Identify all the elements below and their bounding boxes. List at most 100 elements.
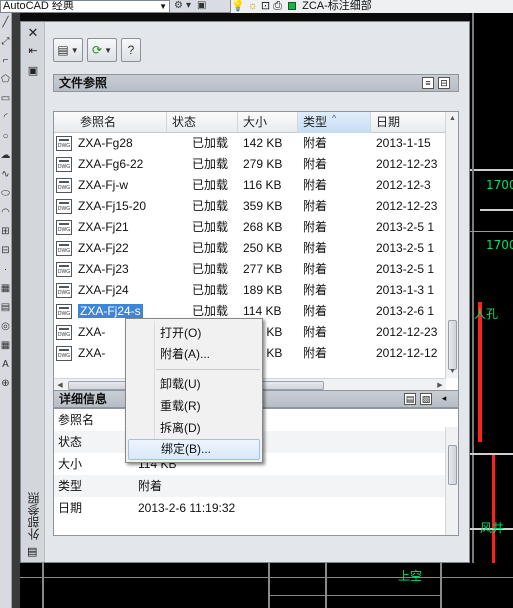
details-view-icon[interactable]: ▤	[404, 393, 416, 405]
cell-type: 附着	[303, 325, 328, 339]
circle-icon[interactable]: ○	[0, 127, 11, 146]
table-row[interactable]: ZXA-Fg6-22 已加载 279 KB 附着 2012-12-23	[54, 154, 446, 175]
column-header-size[interactable]: 大小	[238, 112, 298, 133]
cell-type: 附着	[303, 157, 328, 171]
menu-item-detach[interactable]: 拆离(D)	[128, 418, 260, 439]
table-row[interactable]: ZXA-Fj24 已加载 189 KB 附着 2013-1-3 1	[54, 280, 446, 301]
scroll-up-icon[interactable]: ▲	[446, 112, 458, 125]
multiline-text-icon[interactable]: A	[0, 355, 11, 374]
table-row[interactable]: ZXA-Fj22 已加载 250 KB 附着 2013-2-5 1	[54, 238, 446, 259]
construction-line-icon[interactable]: ⤢	[0, 32, 11, 51]
scroll-down-icon[interactable]: ▼	[446, 365, 458, 378]
dwg-file-icon	[56, 136, 72, 151]
table-row[interactable]: ZXA-Fg28 已加载 142 KB 附着 2013-1-15	[54, 133, 446, 154]
dwg-file-icon	[56, 178, 72, 193]
table-row[interactable]: ZXA-Fj-w 已加载 116 KB 附着 2012-12-3	[54, 175, 446, 196]
help-icon: ?	[127, 43, 135, 57]
line-tool-icon[interactable]: ╱	[0, 13, 11, 32]
properties-icon[interactable]: ▣	[26, 64, 40, 78]
cell-status: 已加载	[192, 136, 229, 150]
column-header-date[interactable]: 日期	[371, 112, 446, 133]
cell-date: 2012-12-3	[376, 178, 431, 192]
menu-item-unload[interactable]: 卸载(U)	[128, 374, 260, 395]
menu-item-reload[interactable]: 重载(R)	[128, 396, 260, 417]
cell-date: 2013-1-15	[376, 136, 431, 150]
table-row[interactable]: ZXA-Fj23 已加载 277 KB 附着 2013-2-5 1	[54, 259, 446, 280]
dwg-file-icon	[56, 346, 72, 361]
dimension-text: 1700	[486, 178, 513, 192]
cell-name: ZXA-Fg28	[78, 136, 133, 150]
scroll-thumb[interactable]	[448, 320, 457, 370]
cell-type: 附着	[303, 199, 328, 213]
collapse-icon[interactable]: ◂	[438, 393, 450, 405]
help-button[interactable]: ?	[121, 38, 141, 62]
cell-date: 2012-12-23	[376, 157, 438, 171]
gear-icon[interactable]: ⚙	[174, 0, 183, 12]
layer-control[interactable]: 💡 ☼ ⊡ ⎙ ZCA-标注细部	[230, 0, 513, 13]
cell-status: 已加载	[192, 220, 229, 234]
menu-item-attach[interactable]: 附着(A)...	[128, 344, 260, 365]
table-row[interactable]: ZXA-Fj21 已加载 268 KB 附着 2013-2-5 1	[54, 217, 446, 238]
scroll-thumb[interactable]	[448, 445, 457, 485]
palette-title: 外部参照	[27, 492, 41, 540]
detail-key: 参照名	[58, 413, 95, 427]
dwg-file-icon	[56, 220, 72, 235]
chevron-down-icon: ▼	[159, 2, 167, 11]
list-view-icon[interactable]: ≡	[422, 77, 434, 89]
gradient-icon[interactable]: ▤	[0, 298, 11, 317]
external-references-palette: ✕ ⇤ ▣ 外部参照 ▤ ▤ ▼ ⟳ ▼ ? 文件参照 ≡ ⊟ 参照名 状态 大小 …	[20, 21, 470, 563]
menu-item-bind[interactable]: 绑定(B)...	[128, 439, 260, 460]
ellipse-icon[interactable]: ⬭	[0, 184, 11, 203]
column-header-status[interactable]: 状态	[167, 112, 238, 133]
detail-value: 附着	[138, 479, 163, 493]
add-selected-icon[interactable]: ⊕	[0, 374, 11, 393]
spline-icon[interactable]: ∿	[0, 165, 11, 184]
details-scrollbar[interactable]	[445, 427, 458, 535]
table-icon[interactable]: ▦	[0, 336, 11, 355]
make-block-icon[interactable]: ⊟	[0, 241, 11, 260]
chevron-down-icon: ▼	[70, 45, 79, 55]
cell-date: 2013-1-3 1	[376, 283, 435, 297]
cell-name: ZXA-Fj22	[78, 241, 129, 255]
point-icon[interactable]: ·	[0, 260, 11, 279]
chevron-down-icon[interactable]: ▾	[186, 0, 191, 12]
column-header-type[interactable]: 类型 ^	[298, 112, 371, 133]
autohide-icon[interactable]: ⇤	[26, 44, 40, 58]
polygon-icon[interactable]: ⬠	[0, 70, 11, 89]
hatch-icon[interactable]: ▦	[0, 279, 11, 298]
cell-type: 附着	[303, 136, 328, 150]
plot-icon: ⎙	[273, 0, 283, 12]
column-header-name[interactable]: 参照名	[54, 112, 167, 133]
cell-date: 2012-12-23	[376, 325, 438, 339]
table-vertical-scrollbar[interactable]: ▲ ▼	[445, 112, 458, 378]
cell-name: ZXA-Fg6-22	[78, 157, 144, 171]
workspace-settings-icon[interactable]: ▣	[197, 0, 206, 12]
rectangle-icon[interactable]: ▭	[0, 89, 11, 108]
menu-item-open[interactable]: 打开(O)	[128, 323, 260, 344]
attach-dwg-button[interactable]: ▤ ▼	[53, 38, 83, 62]
detail-key: 日期	[58, 501, 83, 515]
palette-icon: ▤	[27, 546, 38, 558]
detail-key: 大小	[58, 457, 83, 471]
detail-key: 状态	[58, 435, 83, 449]
table-row[interactable]: ZXA-Fj15-20 已加载 359 KB 附着 2012-12-23	[54, 196, 446, 217]
cell-size: 277 KB	[243, 262, 283, 276]
preview-view-icon[interactable]: ▧	[420, 393, 432, 405]
cell-type: 附着	[303, 346, 328, 360]
drawing-canvas-bottom[interactable]: 上空	[20, 563, 513, 608]
revision-cloud-icon[interactable]: ☁	[0, 146, 11, 165]
drawing-canvas[interactable]: 1700 1700 人孔 风井	[470, 13, 513, 608]
palette-title-bar[interactable]: ✕ ⇤ ▣ 外部参照 ▤	[21, 22, 45, 562]
arc-icon[interactable]: ◜	[0, 108, 11, 127]
insert-block-icon[interactable]: ⊞	[0, 222, 11, 241]
tree-view-icon[interactable]: ⊟	[438, 77, 450, 89]
polyline-icon[interactable]: ⌐	[0, 51, 11, 70]
region-icon[interactable]: ◎	[0, 317, 11, 336]
cell-size: 250 KB	[243, 241, 283, 255]
detail-row: 类型 附着	[54, 475, 446, 497]
close-icon[interactable]: ✕	[26, 26, 40, 40]
ellipse-arc-icon[interactable]: ◠	[0, 203, 11, 222]
sun-icon: ☼	[247, 0, 258, 12]
refresh-button[interactable]: ⟳ ▼	[87, 38, 117, 62]
workspace-select[interactable]: AutoCAD 经典 ▼	[0, 0, 170, 13]
